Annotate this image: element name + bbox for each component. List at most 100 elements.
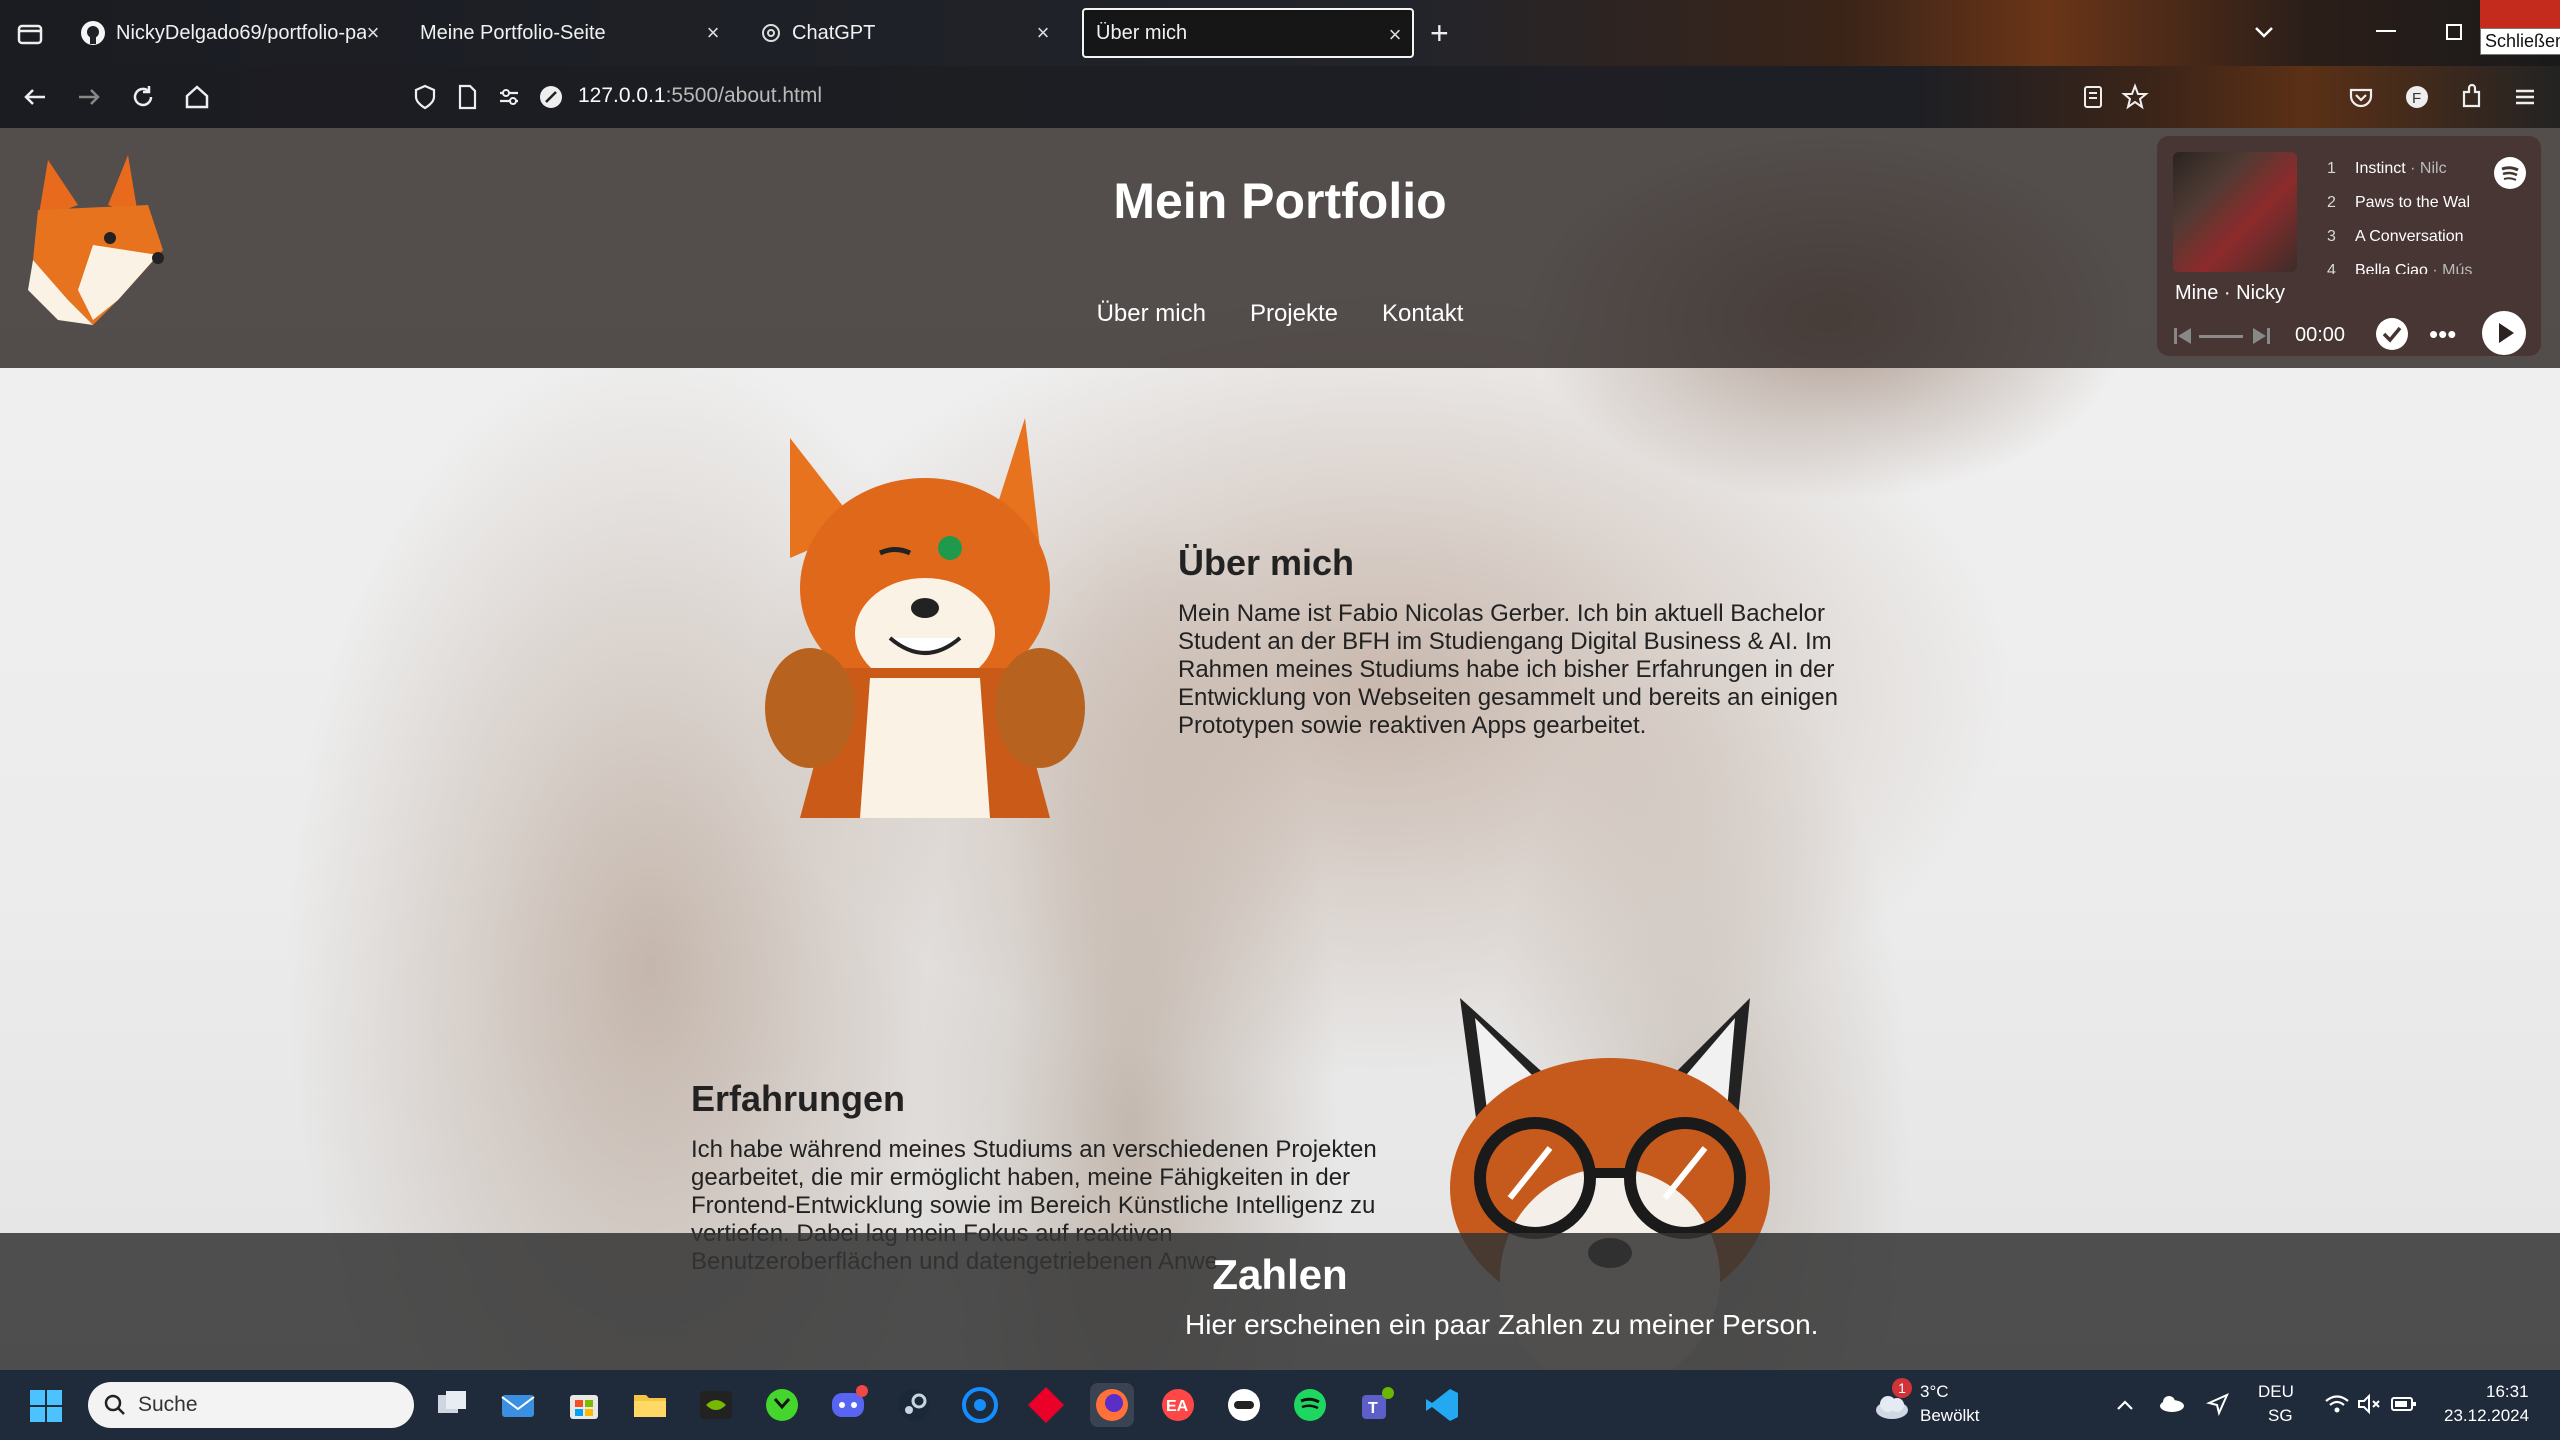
playback-time: 00:00: [2295, 324, 2346, 346]
svg-text:T: T: [1368, 1400, 1378, 1417]
search-icon: [104, 1394, 126, 1416]
back-arrow-icon[interactable]: [20, 82, 50, 112]
spotify-logo-icon[interactable]: [2493, 156, 2527, 190]
minimize-icon[interactable]: [2376, 30, 2396, 32]
weather-temp[interactable]: 3°C: [1920, 1382, 1949, 1402]
skip-forward-icon[interactable]: [2249, 324, 2273, 348]
more-options-icon[interactable]: •••: [2429, 321, 2456, 347]
now-playing: Mine · Nicky: [2175, 282, 2286, 304]
tab-portfolio[interactable]: Meine Portfolio-Seite ×: [420, 8, 730, 58]
razer-icon[interactable]: [760, 1383, 804, 1427]
fox-thumbs-up-image: [720, 418, 1130, 838]
tab-chatgpt[interactable]: ChatGPT ×: [760, 8, 1060, 58]
close-icon[interactable]: ×: [360, 20, 386, 46]
battlenet-icon[interactable]: [958, 1383, 1002, 1427]
taskbar-search[interactable]: Suche: [88, 1382, 414, 1428]
about-text: Mein Name ist Fabio Nicolas Gerber. Ich …: [1178, 600, 1838, 739]
page-icon[interactable]: [452, 82, 482, 112]
teams-icon[interactable]: T: [1354, 1383, 1398, 1427]
tab-title: Über mich: [1096, 21, 1188, 44]
page-viewport: Mein Portfolio Über mich Projekte Kontak…: [0, 128, 2560, 1370]
album-art[interactable]: [2173, 152, 2297, 272]
extensions-icon[interactable]: [2456, 82, 2486, 112]
chevron-down-icon[interactable]: [2250, 18, 2278, 46]
browser-tab-bar: NickyDelgado69/portfolio-page × Meine Po…: [0, 0, 2560, 66]
new-tab-icon[interactable]: +: [1430, 17, 1449, 49]
numbers-section: Zahlen Hier erscheinen ein paar Zahlen z…: [0, 1233, 2560, 1370]
url-host: 127.0.0.1: [578, 84, 666, 107]
restore-icon[interactable]: [2446, 24, 2462, 40]
url-path: :5500/about.html: [665, 84, 823, 107]
steam-icon[interactable]: [892, 1383, 936, 1427]
wifi-icon[interactable]: [2324, 1392, 2350, 1416]
nav-about[interactable]: Über mich: [1097, 300, 1206, 328]
home-icon[interactable]: [182, 82, 212, 112]
nav-contact[interactable]: Kontakt: [1382, 300, 1463, 328]
file-explorer-icon[interactable]: [628, 1383, 672, 1427]
close-window-accent: [2480, 0, 2560, 28]
playlist-track[interactable]: 4 Bella Ciao · Mús: [2327, 262, 2487, 274]
menu-icon[interactable]: [2510, 82, 2540, 112]
firefox-icon[interactable]: [1090, 1383, 1134, 1427]
battery-icon[interactable]: [2390, 1394, 2418, 1414]
svg-text:EA: EA: [1166, 1398, 1189, 1415]
experience-heading: Erfahrungen: [691, 1078, 906, 1119]
account-icon[interactable]: F: [2402, 82, 2432, 112]
reload-icon[interactable]: [128, 82, 158, 112]
saved-check-icon[interactable]: [2374, 316, 2410, 352]
weather-desc[interactable]: Bewölkt: [1920, 1406, 1980, 1426]
vscode-icon[interactable]: [1420, 1383, 1464, 1427]
pocket-icon[interactable]: [2346, 82, 2376, 112]
riot-icon[interactable]: [1024, 1383, 1068, 1427]
tab-overview-icon[interactable]: [16, 20, 44, 48]
reader-view-icon[interactable]: [2078, 82, 2108, 112]
url-field[interactable]: 127.0.0.1:5500/about.html: [578, 84, 822, 108]
shield-icon[interactable]: [410, 82, 440, 112]
language-bottom[interactable]: SG: [2268, 1406, 2293, 1426]
github-icon: [80, 20, 106, 46]
discord-icon[interactable]: [826, 1383, 870, 1427]
forward-arrow-icon[interactable]: [74, 82, 104, 112]
clock-date[interactable]: 23.12.2024: [2444, 1406, 2529, 1426]
ea-icon[interactable]: EA: [1156, 1383, 1200, 1427]
tab-about-active[interactable]: Über mich ×: [1082, 8, 1414, 58]
svg-text:F: F: [2412, 90, 2421, 107]
playlist-track[interactable]: 1 Instinct · Nilc: [2327, 160, 2487, 178]
chevron-up-icon[interactable]: [2114, 1394, 2136, 1416]
windows-start-icon[interactable]: [28, 1388, 64, 1424]
progress-bar[interactable]: [2199, 335, 2243, 338]
bookmark-star-icon[interactable]: [2120, 82, 2150, 112]
close-icon[interactable]: ×: [700, 20, 726, 46]
play-icon[interactable]: [2481, 310, 2527, 356]
tab-title: NickyDelgado69/portfolio-page: [116, 21, 366, 44]
playlist-track[interactable]: 3A Conversation: [2327, 228, 2487, 246]
skip-back-icon[interactable]: [2171, 324, 2195, 348]
site-header: Mein Portfolio Über mich Projekte Kontak…: [0, 128, 2560, 368]
site-info-icon[interactable]: [536, 82, 566, 112]
task-view-icon[interactable]: [430, 1383, 474, 1427]
onedrive-cloud-icon[interactable]: [2158, 1392, 2186, 1414]
chatgpt-icon: [760, 22, 782, 44]
browser-toolbar: F: [0, 66, 2560, 128]
close-icon[interactable]: ×: [1382, 22, 1408, 48]
weather-badge: 1: [1892, 1378, 1912, 1398]
tab-github[interactable]: NickyDelgado69/portfolio-page ×: [80, 8, 390, 58]
store-icon[interactable]: [562, 1383, 606, 1427]
close-window-tooltip[interactable]: Schließen: [2480, 28, 2560, 55]
close-icon[interactable]: ×: [1030, 20, 1056, 46]
spotify-icon[interactable]: [1288, 1383, 1332, 1427]
clock-time[interactable]: 16:31: [2486, 1382, 2529, 1402]
tab-title: ChatGPT: [792, 21, 876, 44]
permissions-icon[interactable]: [494, 82, 524, 112]
volume-muted-icon[interactable]: [2356, 1392, 2382, 1416]
location-arrow-icon[interactable]: [2206, 1392, 2230, 1416]
messenger-icon[interactable]: [1222, 1383, 1266, 1427]
mail-icon[interactable]: [496, 1383, 540, 1427]
nvidia-icon[interactable]: [694, 1383, 738, 1427]
windows-taskbar: Suche EA T 1 3°C Bewölkt DEU SG 16:31 23…: [0, 1370, 2560, 1440]
language-top[interactable]: DEU: [2258, 1382, 2294, 1402]
playlist-track[interactable]: 2 Paws to the Wal: [2327, 194, 2487, 212]
nav-projects[interactable]: Projekte: [1250, 300, 1338, 328]
tab-title: Meine Portfolio-Seite: [420, 21, 606, 44]
about-heading: Über mich: [1178, 542, 1355, 583]
